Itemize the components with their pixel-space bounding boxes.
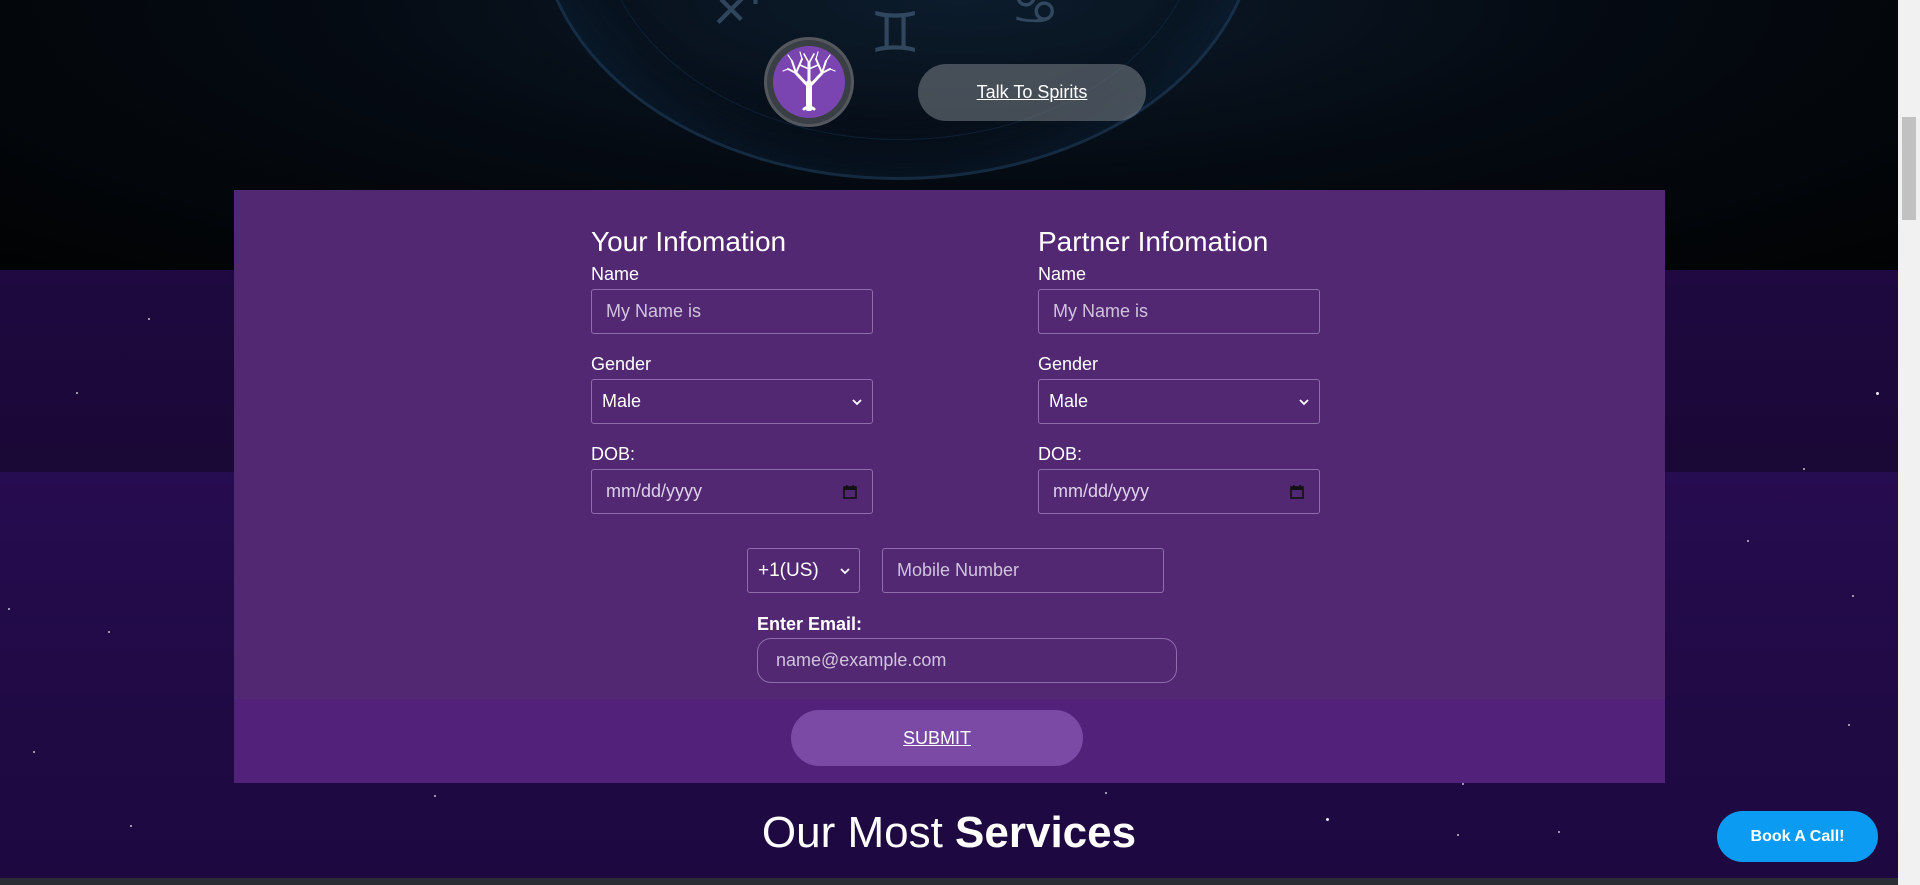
gender-value: Male: [602, 391, 642, 411]
partner-dob-input[interactable]: mm/dd/yyyy: [1038, 469, 1320, 514]
name-placeholder: My Name is: [606, 301, 702, 321]
your-dob-input[interactable]: mm/dd/yyyy: [591, 469, 873, 514]
star: [1803, 468, 1805, 470]
partner-gender-select[interactable]: Male: [1038, 379, 1320, 424]
star: [1747, 540, 1749, 542]
mobile-number-input[interactable]: Mobile Number: [882, 548, 1164, 593]
your-name-input[interactable]: My Name is: [591, 289, 873, 334]
cancer-icon: ♋: [1010, 0, 1061, 38]
mobile-placeholder: Mobile Number: [897, 560, 1020, 580]
services-title-regular: Our Most: [761, 808, 943, 857]
book-a-call-button[interactable]: Book A Call!: [1717, 811, 1878, 862]
partner-information-section: Partner Infomation Name My Name is Gende…: [1038, 226, 1320, 514]
talk-to-spirits-button[interactable]: Talk To Spirits: [918, 64, 1146, 121]
taskbar-edge: [0, 878, 1898, 885]
star: [76, 392, 78, 394]
name-label: Name: [591, 264, 640, 284]
chevron-down-icon: [1299, 395, 1309, 409]
your-information-section: Your Infomation Name My Name is Gender M…: [591, 226, 873, 514]
star: [1848, 724, 1850, 726]
dob-placeholder: mm/dd/yyyy: [1053, 481, 1150, 501]
chevron-down-icon: [852, 395, 862, 409]
email-placeholder: name@example.com: [776, 650, 947, 670]
star: [1462, 783, 1464, 785]
chevron-down-icon: [840, 564, 850, 578]
gender-label: Gender: [591, 354, 652, 374]
star: [148, 318, 150, 320]
scrollbar[interactable]: [1898, 0, 1920, 885]
star: [33, 751, 35, 753]
calendar-icon[interactable]: [1289, 484, 1305, 500]
gender-label: Gender: [1038, 354, 1099, 374]
name-placeholder: My Name is: [1053, 301, 1149, 321]
country-code-select[interactable]: +1(US): [747, 548, 860, 593]
dob-label: DOB:: [591, 444, 636, 464]
star: [1105, 792, 1107, 794]
star: [434, 795, 436, 797]
name-label: Name: [1038, 264, 1087, 284]
tree-icon: [780, 49, 838, 116]
star: [108, 631, 110, 633]
calendar-icon[interactable]: [842, 484, 858, 500]
gender-value: Male: [1049, 391, 1089, 411]
partner-info-heading: Partner Infomation: [1038, 226, 1269, 257]
scrollbar-thumb[interactable]: [1902, 117, 1916, 220]
dob-placeholder: mm/dd/yyyy: [606, 481, 703, 501]
services-heading: Our Most Services: [0, 808, 1898, 858]
dob-label: DOB:: [1038, 444, 1083, 464]
star: [1852, 595, 1854, 597]
gemini-icon: ♊: [870, 1, 921, 66]
compatibility-form: Your Infomation Name My Name is Gender M…: [234, 190, 1665, 783]
services-title-bold: Services: [955, 808, 1137, 857]
partner-name-input[interactable]: My Name is: [1038, 289, 1320, 334]
star: [1876, 392, 1879, 395]
star: [8, 608, 10, 610]
email-label: Enter Email:: [757, 614, 863, 634]
zodiac-sign-icon: ♐: [712, 0, 763, 38]
avatar[interactable]: [764, 37, 854, 127]
submit-button[interactable]: SUBMIT: [791, 710, 1083, 766]
email-input[interactable]: name@example.com: [757, 638, 1177, 683]
your-gender-select[interactable]: Male: [591, 379, 873, 424]
country-code-value: +1(US): [758, 559, 819, 581]
your-info-heading: Your Infomation: [591, 226, 787, 257]
